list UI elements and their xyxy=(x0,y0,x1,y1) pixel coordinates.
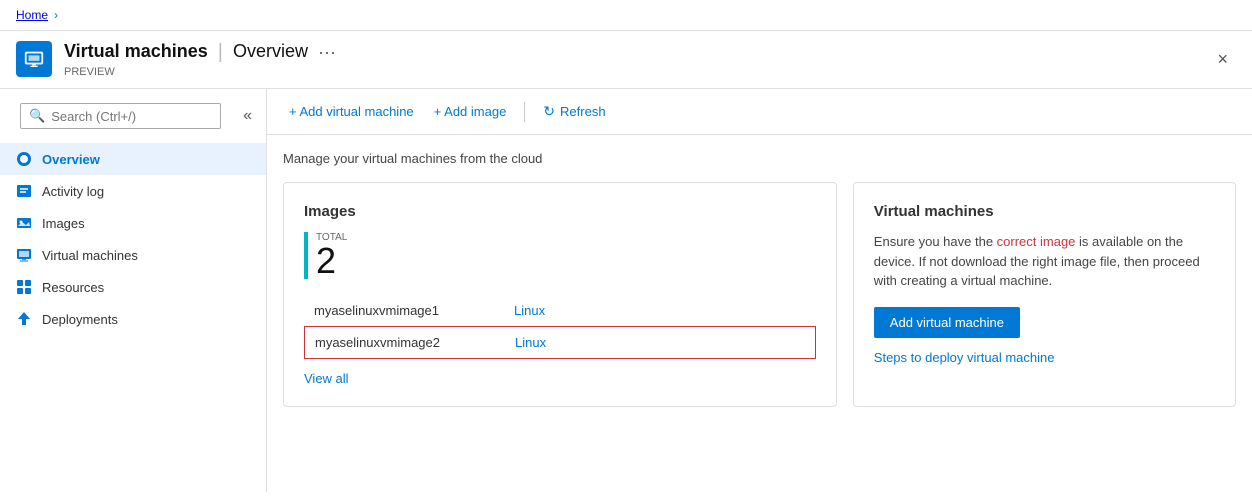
overview-icon xyxy=(16,151,32,167)
images-icon xyxy=(16,215,32,231)
refresh-button[interactable]: ↻ Refresh xyxy=(537,99,611,124)
preview-label: PREVIEW xyxy=(64,66,336,78)
image-row-selected[interactable]: myaselinuxvmimage2 Linux xyxy=(304,326,816,359)
image-name-1: myaselinuxvmimage1 xyxy=(314,303,494,318)
add-virtual-machine-button[interactable]: Add virtual machine xyxy=(874,307,1020,338)
close-button[interactable]: × xyxy=(1209,45,1236,74)
vm-description: Ensure you have the correct image is ava… xyxy=(874,232,1215,291)
resource-icon xyxy=(16,41,52,77)
vm-card-title: Virtual machines xyxy=(874,203,1215,220)
sidebar-item-deployments[interactable]: Deployments xyxy=(0,303,266,335)
image-list: myaselinuxvmimage1 Linux myaselinuxvmima… xyxy=(304,295,816,359)
add-image-toolbar-label: + Add image xyxy=(434,104,507,119)
resources-icon xyxy=(16,279,32,295)
search-box[interactable]: 🔍 xyxy=(20,103,221,129)
count-bar: Total 2 xyxy=(304,232,816,279)
images-card: Images Total 2 myaselinuxvmimage1 Linux xyxy=(283,182,837,407)
cards-row: Images Total 2 myaselinuxvmimage1 Linux xyxy=(283,182,1236,407)
resource-type-label: Virtual machines xyxy=(64,41,208,62)
refresh-label: Refresh xyxy=(560,104,606,119)
sidebar-item-resources-label: Resources xyxy=(42,280,104,295)
image-os-2: Linux xyxy=(515,335,546,350)
sidebar-item-resources[interactable]: Resources xyxy=(0,271,266,303)
header-text: Virtual machines | Overview ··· PREVIEW xyxy=(64,41,336,78)
view-all-link[interactable]: View all xyxy=(304,371,349,386)
add-virtual-machine-toolbar-button[interactable]: + Add virtual machine xyxy=(283,100,420,123)
activity-log-icon xyxy=(16,183,32,199)
sidebar-item-deployments-label: Deployments xyxy=(42,312,118,327)
manage-text: Manage your virtual machines from the cl… xyxy=(283,151,1236,166)
sidebar-item-virtual-machines-label: Virtual machines xyxy=(42,248,138,263)
deployments-icon xyxy=(16,311,32,327)
top-bar: Home › xyxy=(0,0,1252,31)
virtual-machines-icon xyxy=(16,247,32,263)
vm-card: Virtual machines Ensure you have the cor… xyxy=(853,182,1236,407)
total-count: 2 xyxy=(316,243,347,279)
correct-image-link[interactable]: correct image xyxy=(997,234,1076,249)
main-layout: 🔍 « Overview Activity log Images xyxy=(0,89,1252,492)
image-os-1: Linux xyxy=(514,303,545,318)
refresh-icon: ↻ xyxy=(543,103,555,120)
add-vm-toolbar-label: + Add virtual machine xyxy=(289,104,414,119)
sidebar-item-overview[interactable]: Overview xyxy=(0,143,266,175)
view-all[interactable]: View all xyxy=(304,371,816,386)
sidebar-item-images[interactable]: Images xyxy=(0,207,266,239)
sidebar: 🔍 « Overview Activity log Images xyxy=(0,89,267,492)
add-image-toolbar-button[interactable]: + Add image xyxy=(428,100,513,123)
header-sep: | xyxy=(218,41,223,64)
toolbar-separator xyxy=(524,102,525,122)
collapse-button[interactable]: « xyxy=(237,105,258,127)
breadcrumb-sep: › xyxy=(54,8,58,22)
images-card-title: Images xyxy=(304,203,816,220)
sidebar-item-activity-log[interactable]: Activity log xyxy=(0,175,266,207)
search-input[interactable] xyxy=(51,109,212,124)
page-title: Overview xyxy=(233,41,308,62)
search-icon: 🔍 xyxy=(29,108,45,124)
content-body: Manage your virtual machines from the cl… xyxy=(267,135,1252,423)
sidebar-item-images-label: Images xyxy=(42,216,85,231)
breadcrumb: Home › xyxy=(16,8,58,22)
count-accent xyxy=(304,232,308,279)
image-name-2: myaselinuxvmimage2 xyxy=(315,335,495,350)
sidebar-item-activity-log-label: Activity log xyxy=(42,184,104,199)
vm-desc-part1: Ensure you have the xyxy=(874,234,997,249)
content-area: + Add virtual machine + Add image ↻ Refr… xyxy=(267,89,1252,492)
sidebar-item-overview-label: Overview xyxy=(42,152,100,167)
home-link[interactable]: Home xyxy=(16,8,48,22)
toolbar: + Add virtual machine + Add image ↻ Refr… xyxy=(267,89,1252,135)
ellipsis-button[interactable]: ··· xyxy=(318,42,336,63)
header: Virtual machines | Overview ··· PREVIEW … xyxy=(0,31,1252,89)
sidebar-item-virtual-machines[interactable]: Virtual machines xyxy=(0,239,266,271)
image-row[interactable]: myaselinuxvmimage1 Linux xyxy=(304,295,816,326)
steps-to-deploy-link[interactable]: Steps to deploy virtual machine xyxy=(874,350,1055,365)
